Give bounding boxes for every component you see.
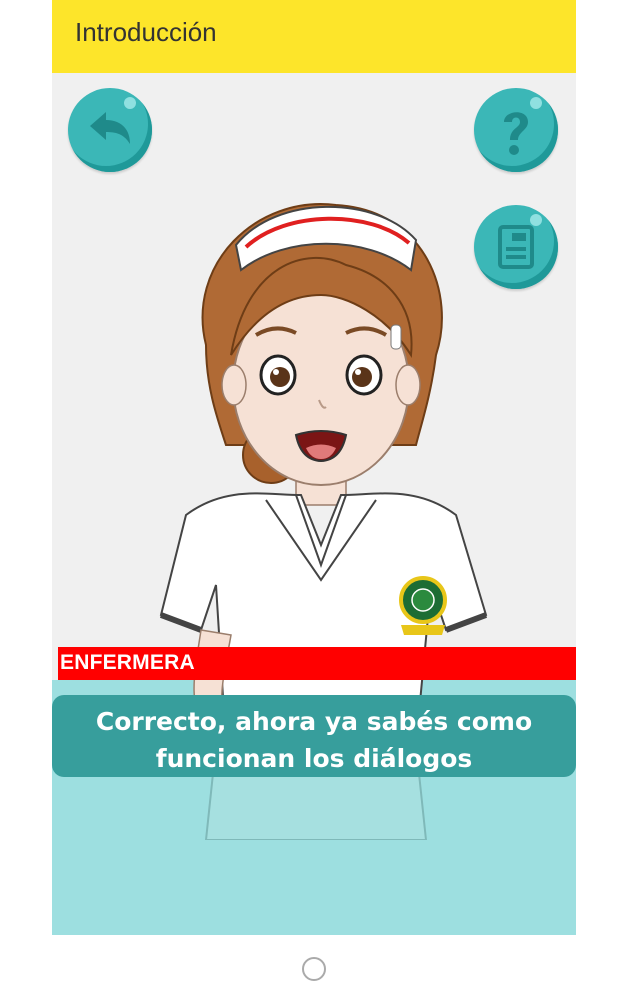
app-screen: Introducción ENFERMERA Correcto, ahora y…	[52, 0, 576, 935]
back-arrow-icon	[90, 97, 136, 144]
dialog-text: Correcto, ahora ya sabés como funcionan …	[95, 707, 533, 773]
system-nav-bar	[0, 935, 640, 960]
app-bar: Introducción	[52, 0, 576, 73]
home-nav-icon[interactable]	[302, 957, 326, 981]
document-icon	[498, 214, 542, 269]
back-button[interactable]	[68, 88, 152, 172]
page-title: Introducción	[75, 17, 217, 47]
notes-button[interactable]	[474, 205, 558, 289]
speaker-name-bar: ENFERMERA	[58, 647, 576, 680]
university-badge	[399, 576, 447, 635]
question-mark-icon	[504, 97, 542, 155]
speaker-name: ENFERMERA	[60, 651, 195, 674]
help-button[interactable]	[474, 88, 558, 172]
dialog-box[interactable]: Correcto, ahora ya sabés como funcionan …	[52, 695, 576, 777]
